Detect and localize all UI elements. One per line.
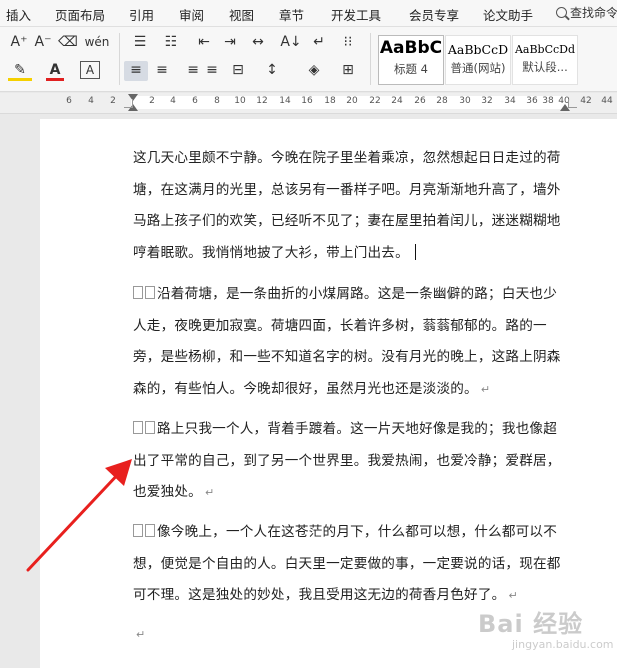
line-spacing-button[interactable]: ↕ (260, 61, 284, 81)
borders-button[interactable]: ⊞ (336, 61, 360, 81)
ruler-tick: 16 (301, 96, 313, 106)
style-name: 普通(网站) (450, 61, 506, 75)
style-normal-web[interactable]: AaBbCcD 普通(网站) (445, 35, 511, 85)
shrink-font-button[interactable]: A⁻ (32, 33, 54, 53)
justify-button[interactable]: ≡ (200, 61, 224, 81)
ruler-tick: 42 (580, 96, 592, 106)
paragraph-mark: ↵ (480, 382, 491, 396)
document-page[interactable]: 这几天心里颇不宁静。今晚在院子里坐着乘凉，忽然想起日日走过的荷塘，在这满月的光里… (40, 99, 617, 668)
ruler-tick: 32 (481, 96, 493, 106)
menu-member[interactable]: 会员专享 (409, 5, 459, 24)
sort-button[interactable]: A↓ (280, 33, 302, 53)
ruler-tick: 6 (66, 96, 72, 106)
menu-developer[interactable]: 开发工具 (331, 5, 381, 24)
ruler-tick: 6 (192, 96, 198, 106)
paragraph-mark: ↵ (508, 589, 518, 602)
indent-space-mark (133, 286, 143, 299)
style-sample: AaBbC (379, 38, 443, 58)
menu-view[interactable]: 视图 (229, 5, 254, 24)
ruler-tick: 8 (214, 96, 220, 106)
horizontal-ruler: 6 4 2 2 4 6 8 10 12 14 16 18 20 22 24 26… (0, 93, 617, 114)
numbering-button[interactable]: ☷ (158, 33, 184, 53)
paragraph-1[interactable]: 这几天心里颇不宁静。今晚在院子里坐着乘凉，忽然想起日日走过的荷塘，在这满月的光里… (133, 143, 565, 269)
paragraph-3[interactable]: 路上只我一个人，背着手踱着。这一片天地好像是我的；我也像超出了平常的自己，到了另… (133, 414, 565, 509)
ruler-tick: 12 (256, 96, 268, 106)
menu-bar: 插入 页面布局 引用 审阅 视图 章节 开发工具 会员专享 论文助手 查找命令 (0, 0, 617, 27)
ruler-tick: 2 (110, 96, 116, 106)
ruler-tick: 36 (526, 96, 538, 106)
ribbon-toolbar: A⁺ A⁻ ⌫ wén ☰ ☷ ⇤ ⇥ ↔ A↓ ↵ ⁝⁝ ✎ A A ≡ ≡ … (0, 27, 617, 92)
ruler-tick: 26 (414, 96, 426, 106)
paragraph-text: 这几天心里颇不宁静。今晚在院子里坐着乘凉，忽然想起日日走过的荷塘，在这满月的光里… (133, 150, 561, 261)
distributed-align-button[interactable]: ⊟ (226, 61, 250, 81)
menu-thesis-assistant[interactable]: 论文助手 (483, 5, 533, 24)
paragraph-text: 像今晚上，一个人在这苍茫的月下，什么都可以想，什么都可以不想，便觉是个自由的人。… (133, 524, 561, 603)
menu-page-layout[interactable]: 页面布局 (55, 5, 105, 24)
paragraph-mark: ↵ (136, 628, 146, 641)
align-center-button[interactable]: ≡ (150, 61, 174, 81)
phonetic-guide-button[interactable]: wén (82, 33, 112, 53)
character-border-button[interactable]: A (80, 61, 100, 79)
style-name: 默认段... (522, 60, 568, 74)
ruler-tick: 44 (601, 96, 613, 106)
ruler-tick: 38 (542, 96, 554, 106)
ruler-tick: 28 (436, 96, 448, 106)
paragraph-mark: ↵ (204, 486, 215, 499)
highlight-button[interactable]: ✎ (8, 61, 32, 81)
paragraph-text: 沿着荷塘，是一条曲折的小煤屑路。这是一条幽僻的路；白天也少人走，夜晚更加寂寞。荷… (133, 286, 561, 397)
menu-insert[interactable]: 插入 (6, 5, 31, 24)
style-name: 标题 4 (394, 62, 428, 76)
ruler-tick: 20 (346, 96, 358, 106)
style-sample: AaBbCcDd (514, 43, 576, 56)
indent-space-mark (145, 524, 155, 537)
indent-space-mark (133, 524, 143, 537)
bullets-button[interactable]: ☰ (127, 33, 153, 53)
ruler-tick: 4 (170, 96, 176, 106)
clear-format-icon[interactable]: ⌫ (57, 33, 79, 53)
style-default-paragraph[interactable]: AaBbCcDd 默认段... (512, 35, 578, 85)
watermark-logo-text: Bai 经验 (478, 610, 584, 638)
margin-corner-mark (124, 99, 133, 108)
align-left-button[interactable]: ≡ (124, 61, 148, 81)
ruler-tick: 30 (459, 96, 471, 106)
paragraph-text: 路上只我一个人，背着手踱着。这一片天地好像是我的；我也像超出了平常的自己，到了另… (133, 421, 561, 500)
search-command[interactable]: 查找命令 (556, 4, 617, 21)
margin-corner-mark (568, 99, 577, 108)
ruler-tick: 2 (149, 96, 155, 106)
style-heading-4[interactable]: AaBbC 标题 4 (378, 35, 444, 85)
ruler-tick: 24 (391, 96, 403, 106)
text-direction-button[interactable]: ↔ (245, 33, 271, 53)
indent-space-mark (133, 421, 143, 434)
line-break-button[interactable]: ↵ (306, 33, 332, 53)
baidu-watermark: Bai 经验 jingyan.baidu.com (478, 604, 614, 662)
watermark-url: jingyan.baidu.com (512, 638, 614, 651)
align-right-button[interactable]: ≡ (175, 61, 199, 81)
ruler-tick: 22 (369, 96, 381, 106)
paragraph-4[interactable]: 像今晚上，一个人在这苍茫的月下，什么都可以想，什么都可以不想，便觉是个自由的人。… (133, 517, 565, 612)
indent-space-mark (145, 286, 155, 299)
ruler-tick: 10 (234, 96, 246, 106)
ruler-tick: 4 (88, 96, 94, 106)
ruler-tick: 34 (504, 96, 516, 106)
paragraph-2[interactable]: 沿着荷塘，是一条曲折的小煤屑路。这是一条幽僻的路；白天也少人走，夜晚更加寂寞。荷… (133, 279, 565, 405)
font-color-button[interactable]: A (46, 61, 64, 81)
ruler-tick: 18 (324, 96, 336, 106)
text-cursor (414, 243, 417, 260)
decrease-indent-button[interactable]: ⇤ (193, 33, 215, 53)
menu-review[interactable]: 审阅 (179, 5, 204, 24)
shading-button[interactable]: ◈ (302, 61, 326, 81)
style-sample: AaBbCcD (447, 42, 509, 57)
search-command-label: 查找命令 (570, 6, 617, 20)
menu-references[interactable]: 引用 (129, 5, 154, 24)
increase-indent-button[interactable]: ⇥ (219, 33, 241, 53)
indent-space-mark (145, 421, 155, 434)
menu-chapter[interactable]: 章节 (279, 5, 304, 24)
grow-font-button[interactable]: A⁺ (8, 33, 30, 53)
ruler-tick: 14 (279, 96, 291, 106)
ribbon-divider (119, 33, 120, 85)
ribbon-divider (370, 33, 371, 85)
search-icon (556, 7, 567, 18)
show-marks-button[interactable]: ⁝⁝ (337, 33, 359, 53)
